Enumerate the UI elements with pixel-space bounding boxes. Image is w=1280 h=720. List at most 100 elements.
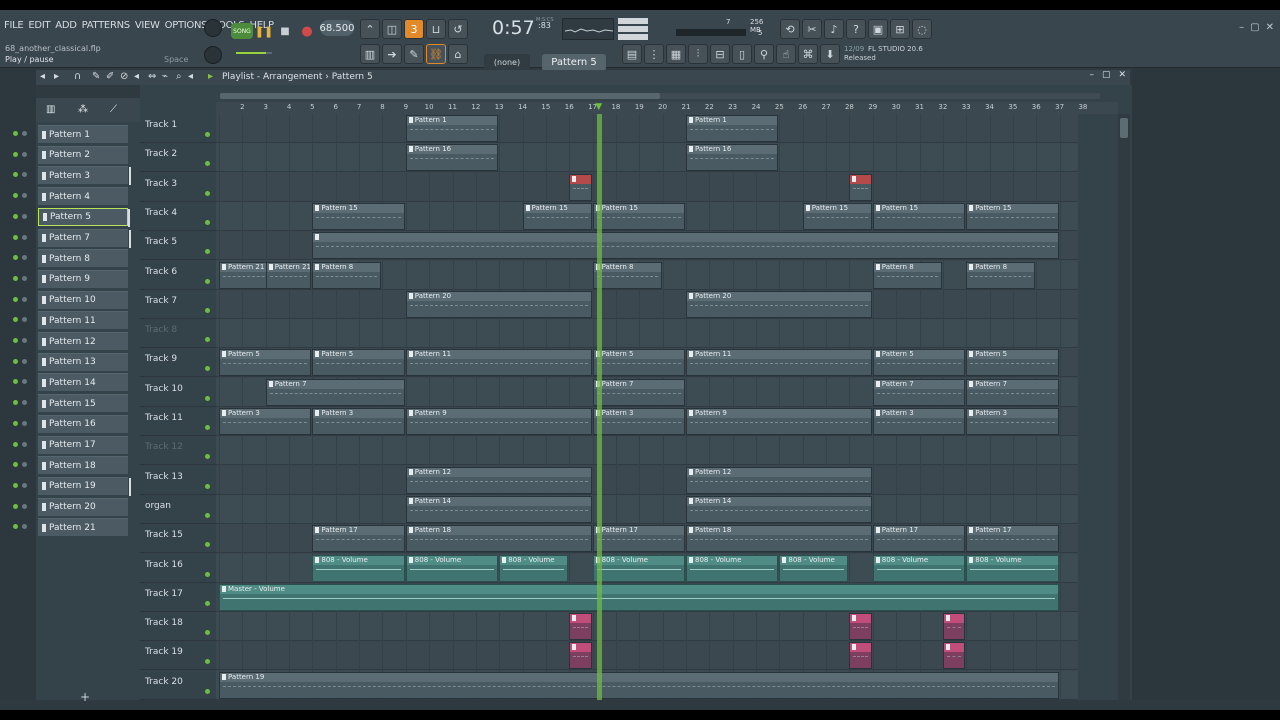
add-pattern-button[interactable]: + [80, 690, 90, 704]
led-icon[interactable] [13, 400, 18, 406]
led-icon[interactable] [13, 151, 18, 157]
playlist-clip[interactable]: Pattern 1 [405, 115, 499, 142]
current-pattern-selector[interactable]: Pattern 5 [542, 54, 606, 71]
track-mute-led[interactable] [205, 132, 210, 137]
playlist-clip[interactable]: Pattern 15 [312, 202, 405, 230]
channel-led-row[interactable] [13, 255, 27, 261]
mixer-sliders-icon[interactable]: ⫶ [688, 44, 708, 64]
channel-led-row[interactable] [13, 296, 27, 302]
playlist-clip[interactable]: 808 - Volume [312, 554, 405, 582]
song-mode-button[interactable]: SONG [231, 23, 253, 39]
channel-led-row[interactable] [13, 213, 27, 219]
playlist-clip[interactable] [569, 173, 592, 201]
browser-pattern-item[interactable]: Pattern 16 [38, 414, 128, 433]
playlist-clip[interactable]: Pattern 5 [872, 349, 966, 377]
playlist-clip[interactable]: Pattern 11 [686, 349, 872, 377]
playlist-minimize-button[interactable]: – [1089, 70, 1094, 80]
playlist-clip[interactable]: Pattern 5 [219, 349, 312, 377]
led-icon[interactable] [22, 172, 27, 178]
track-header[interactable]: Track 16 [140, 554, 216, 583]
browser-pattern-item[interactable]: Pattern 19 [38, 476, 131, 496]
browser-pattern-item[interactable]: Pattern 20 [38, 497, 128, 516]
channel-led-row[interactable] [13, 193, 27, 199]
track-header[interactable]: Track 15 [140, 524, 216, 554]
channel-led-row[interactable] [13, 172, 27, 178]
playlist-clip[interactable]: 808 - Volume [779, 554, 849, 582]
playlist-clip[interactable]: 808 - Volume [405, 554, 499, 582]
playlist-clip[interactable]: Pattern 20 [405, 290, 592, 318]
piano-keys-icon[interactable]: ▥ [46, 104, 55, 115]
browser-pattern-item[interactable]: Pattern 15 [38, 394, 128, 413]
track-mute-led[interactable] [205, 600, 210, 606]
led-icon[interactable] [22, 503, 27, 509]
channel-led-row[interactable] [13, 441, 27, 447]
led-icon[interactable] [22, 131, 27, 136]
channel-led-row[interactable] [13, 462, 27, 468]
playlist-clip[interactable]: Pattern 3 [966, 408, 1059, 435]
channel-led-row[interactable] [13, 151, 27, 157]
vertical-scrollbar[interactable] [1118, 114, 1130, 700]
menu-file[interactable]: FILE [4, 20, 24, 31]
track-mute-led[interactable] [205, 571, 210, 577]
playlist-clip[interactable] [849, 173, 872, 201]
browser-pattern-item[interactable]: Pattern 17 [38, 435, 128, 454]
playlist-clip[interactable] [569, 642, 592, 670]
trumpet-icon[interactable]: ⌘ [798, 44, 818, 64]
paint-tool-icon[interactable]: ✐ [106, 71, 114, 82]
led-icon[interactable] [22, 255, 27, 261]
playlist-clip[interactable]: Pattern 15 [966, 202, 1059, 230]
stop-button[interactable]: ■ [277, 22, 293, 40]
led-icon[interactable] [22, 151, 27, 157]
playlist-clip[interactable]: Pattern 12 [686, 466, 872, 494]
slice-tool-icon[interactable]: ⌁ [162, 71, 168, 82]
led-icon[interactable] [22, 524, 27, 530]
playlist-clip[interactable]: Pattern 3 [312, 408, 405, 435]
track-header[interactable]: Track 2 [140, 143, 216, 173]
browser-pattern-item[interactable]: Pattern 10 [38, 290, 128, 309]
playlist-clip[interactable] [312, 232, 1059, 260]
led-icon[interactable] [13, 255, 18, 261]
led-icon[interactable] [22, 441, 27, 447]
news-panel[interactable]: 12/09 FL STUDIO 20.6 Released [840, 44, 948, 66]
track-header[interactable]: Track 19 [140, 641, 216, 671]
led-icon[interactable] [13, 213, 18, 219]
playlist-clip[interactable]: 808 - Volume [966, 554, 1059, 582]
track-header[interactable]: Track 9 [140, 348, 216, 378]
track-mute-led[interactable] [205, 219, 210, 225]
playlist-clip[interactable]: Pattern 5 [312, 349, 405, 377]
playlist-clip[interactable]: Pattern 14 [686, 495, 872, 523]
browser-pattern-item[interactable]: Pattern 4 [38, 187, 128, 206]
playlist-clip[interactable]: Pattern 17 [872, 525, 966, 553]
track-mute-led[interactable] [205, 454, 210, 460]
channel-led-row[interactable] [13, 275, 27, 281]
track-header[interactable]: Track 3 [140, 173, 216, 202]
led-icon[interactable] [13, 317, 18, 323]
browser-pattern-item[interactable]: Pattern 7 [38, 228, 131, 248]
play-pause-button[interactable]: ❚❚ [255, 22, 273, 40]
playlist-clip[interactable]: Pattern 14 [405, 495, 592, 523]
led-icon[interactable] [22, 358, 27, 364]
track-mute-led[interactable] [205, 307, 210, 313]
playlist-clip[interactable]: Pattern 7 [966, 378, 1059, 406]
mute-tool-icon[interactable]: ◂ [134, 71, 139, 82]
led-icon[interactable] [22, 296, 27, 302]
track-lane[interactable] [216, 143, 1078, 173]
menu-options[interactable]: OPTIONS [165, 20, 208, 31]
playlist-clip[interactable]: 808 - Volume [872, 554, 966, 582]
download-icon[interactable]: ⬇ [820, 44, 840, 64]
browser-pattern-item[interactable]: Pattern 14 [38, 373, 128, 392]
led-icon[interactable] [22, 338, 27, 343]
playlist-clip[interactable] [942, 642, 966, 670]
led-icon[interactable] [22, 234, 27, 240]
pattern-mode-button[interactable] [204, 19, 222, 37]
playlist-clip[interactable]: Pattern 18 [405, 525, 592, 553]
track-mute-led[interactable] [205, 395, 210, 401]
channel-led-row[interactable] [13, 503, 27, 509]
browser-pattern-item[interactable]: Pattern 2 [38, 145, 128, 164]
pencil-icon[interactable]: ✎ [404, 44, 424, 64]
piano-roll-icon[interactable]: ▥ [360, 44, 380, 64]
led-icon[interactable] [13, 296, 18, 302]
playlist-clip[interactable]: Pattern 11 [405, 349, 592, 377]
led-icon[interactable] [22, 420, 27, 426]
track-mute-led[interactable] [205, 512, 210, 518]
